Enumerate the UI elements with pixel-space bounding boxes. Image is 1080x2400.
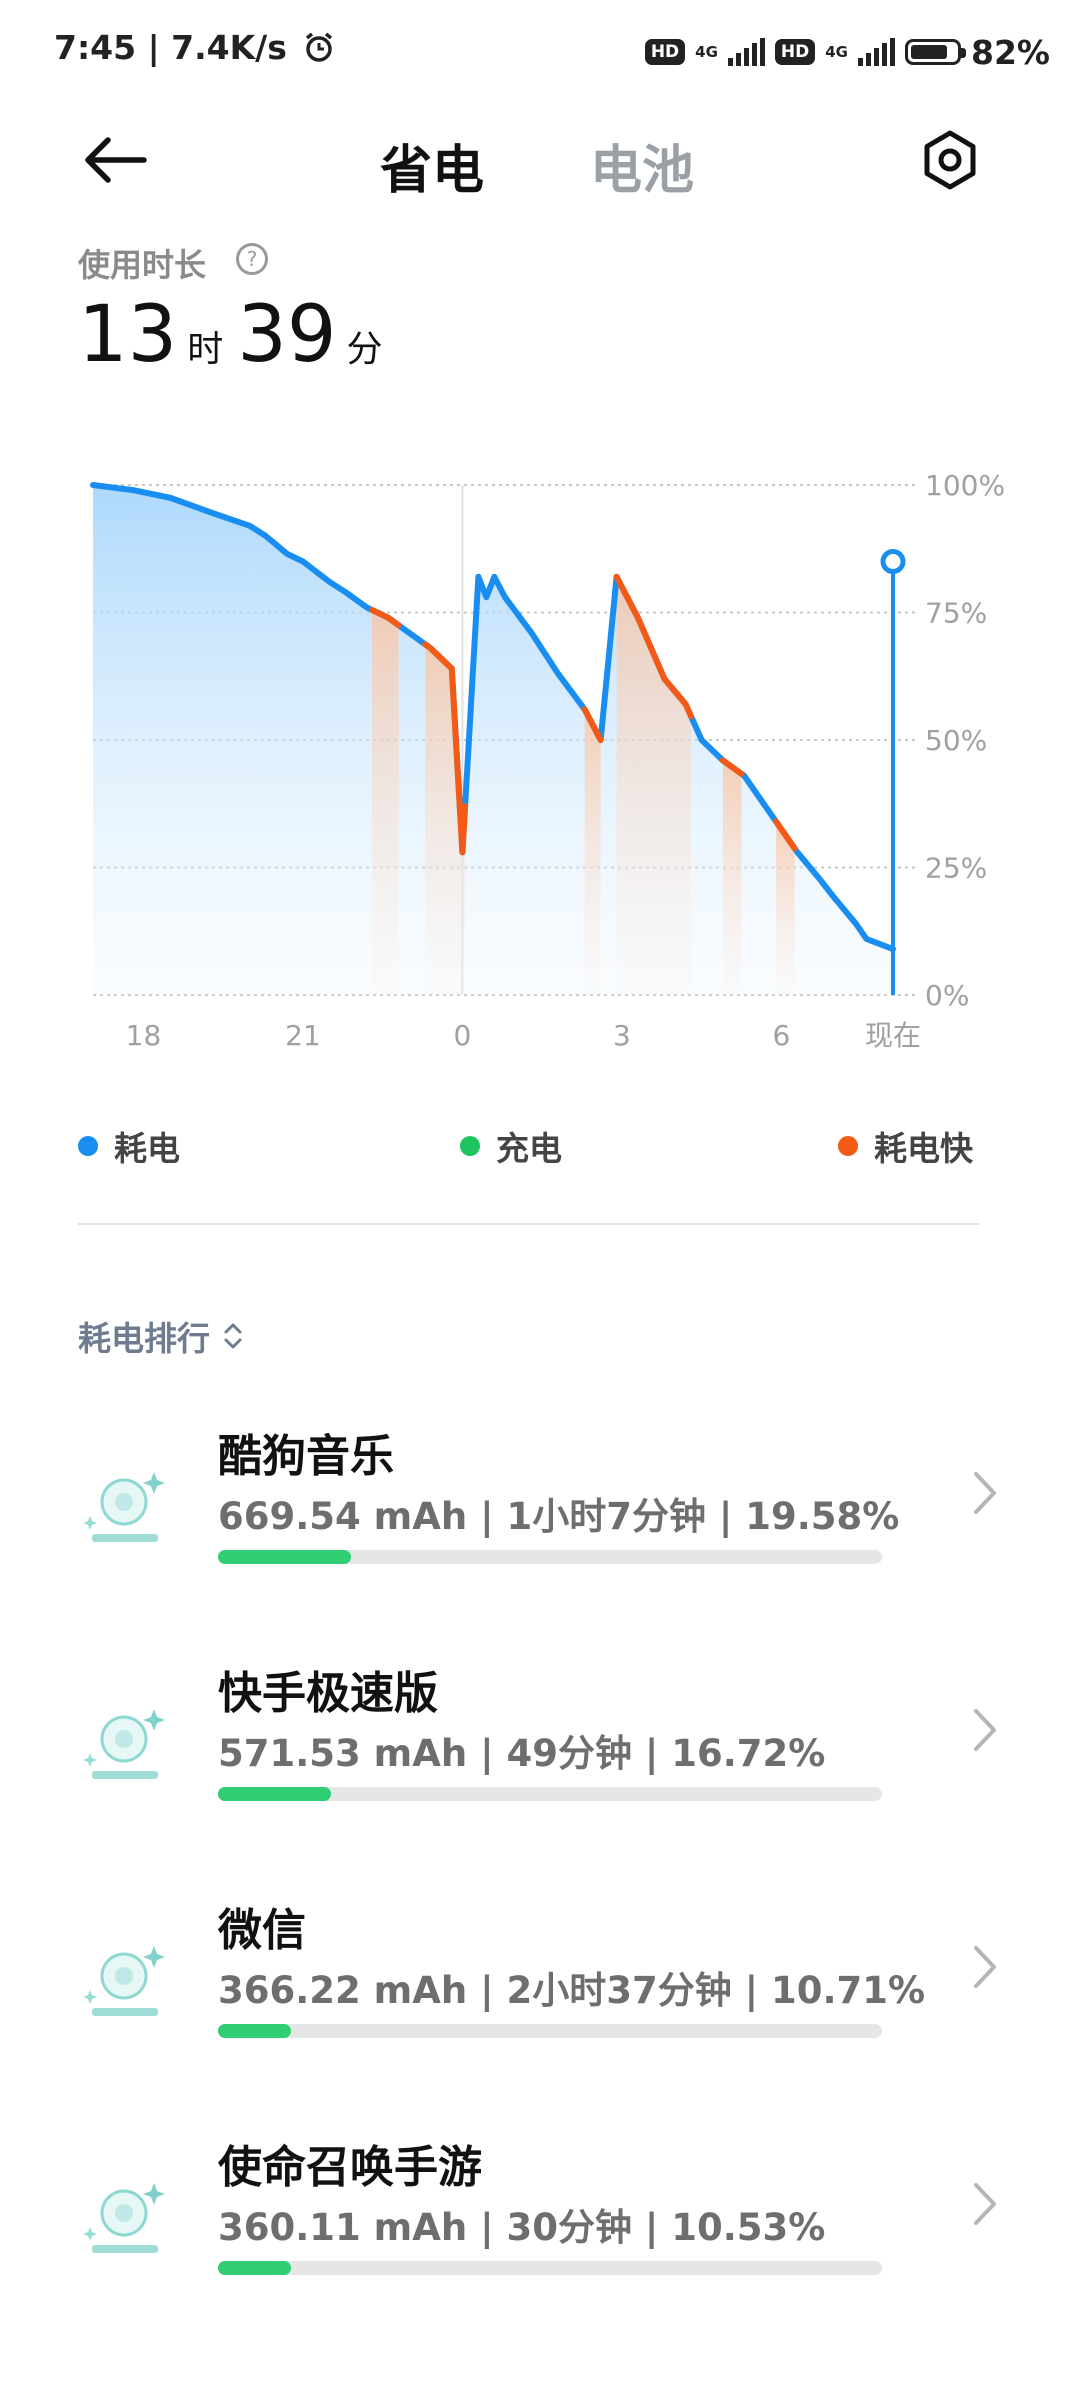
- x-tick-label: 现在: [865, 1019, 921, 1052]
- app-usage-stats: 669.54 mAh | 1小时7分钟 | 19.58%: [218, 1495, 900, 1538]
- app-icon: [83, 2183, 165, 2253]
- fast-drain-area: [616, 576, 692, 995]
- usage-duration-value: 13 时 39 分: [78, 290, 397, 380]
- app-usage-stats: 360.11 mAh | 30分钟 | 10.53%: [218, 2206, 826, 2249]
- app-name: 酷狗音乐: [218, 1431, 394, 1482]
- legend-dot: [838, 1136, 858, 1156]
- usage-minutes-unit: 分: [346, 329, 383, 370]
- app-row[interactable]: 快手极速版 571.53 mAh | 49分钟 | 16.72%: [78, 1657, 1000, 1857]
- help-icon[interactable]: ?: [236, 243, 268, 275]
- usage-progress-fill: [218, 2024, 292, 2038]
- usage-duration-label: 使用时长: [78, 246, 207, 284]
- usage-progress-track: [218, 2024, 882, 2038]
- status-bar-time: 7:45 | 7.4K/s: [54, 28, 336, 67]
- divider: [78, 1223, 980, 1225]
- x-tick-label: 3: [613, 1019, 631, 1052]
- chevron-right-icon: [974, 2183, 996, 2225]
- status-bar-right: HD 4G HD 4G 82%: [644, 30, 1050, 74]
- tab-power-saving[interactable]: 省电: [380, 128, 484, 203]
- battery-level-fill: [911, 45, 948, 59]
- legend-item-drain: 耗电: [78, 1122, 180, 1170]
- settings-icon[interactable]: [915, 125, 985, 195]
- app-name: 微信: [218, 1905, 306, 1956]
- chevron-right-icon: [974, 1709, 996, 1751]
- app-name: 使命召唤手游: [218, 2142, 482, 2193]
- signal-icon: [858, 38, 895, 66]
- app-usage-stats: 571.53 mAh | 49分钟 | 16.72%: [218, 1732, 826, 1775]
- current-level-marker: [880, 549, 906, 574]
- y-tick-label: 50%: [925, 724, 987, 757]
- y-tick-label: 25%: [925, 852, 987, 885]
- usage-progress-track: [218, 2261, 882, 2275]
- network-type: 4G: [695, 43, 718, 61]
- y-tick-label: 75%: [925, 597, 987, 630]
- signal-icon: [727, 38, 765, 66]
- usage-progress-fill: [218, 1550, 351, 1564]
- app-row[interactable]: 微信 366.22 mAh | 2小时37分钟 | 10.71%: [78, 1894, 1000, 2094]
- usage-hours: 13: [78, 290, 178, 380]
- y-tick-label: 100%: [925, 469, 1005, 502]
- legend-item-charge: 充电: [460, 1122, 562, 1170]
- fast-drain-area: [584, 709, 601, 995]
- battery-icon: [905, 39, 966, 65]
- app-row[interactable]: 酷狗音乐 669.54 mAh | 1小时7分钟 | 19.58%: [78, 1420, 1000, 1620]
- usage-progress-track: [218, 1787, 882, 1801]
- battery-percent: 82%: [971, 32, 1050, 72]
- usage-minutes: 39: [237, 290, 337, 380]
- usage-hours-unit: 时: [187, 329, 224, 370]
- chevron-right-icon: [974, 1472, 996, 1514]
- app-icon: [83, 1709, 165, 1779]
- x-tick-label: 18: [126, 1019, 162, 1052]
- app-usage-stats: 366.22 mAh | 2小时37分钟 | 10.71%: [218, 1969, 926, 2012]
- back-arrow-icon[interactable]: [78, 130, 158, 190]
- legend-dot: [460, 1136, 480, 1156]
- hd-badge: HD: [644, 39, 686, 65]
- usage-progress-fill: [218, 2261, 292, 2275]
- chevron-right-icon: [974, 1946, 996, 1988]
- fast-drain-area: [722, 760, 742, 995]
- fast-drain-area: [372, 609, 399, 995]
- legend-item-fast-drain: 耗电快: [838, 1122, 973, 1170]
- battery-level-chart[interactable]: 100% 75% 50% 25% 0% 18 21 0 3 6 现在: [0, 440, 1080, 1080]
- status-time-text: 7:45 | 7.4K/s: [54, 28, 287, 67]
- network-type: 4G: [825, 43, 848, 61]
- legend-label: 耗电快: [874, 1129, 973, 1168]
- x-tick-label: 0: [454, 1019, 472, 1052]
- x-tick-label: 6: [772, 1019, 790, 1052]
- usage-progress-track: [218, 1550, 882, 1564]
- ranking-sort-toggle[interactable]: 耗电排行: [78, 1312, 244, 1360]
- app-row[interactable]: 使命召唤手游 360.11 mAh | 30分钟 | 10.53%: [78, 2131, 1000, 2331]
- legend-label: 充电: [496, 1129, 562, 1168]
- sort-toggle-icon: [224, 1323, 242, 1349]
- legend-label: 耗电: [114, 1129, 180, 1168]
- hd-badge: HD: [774, 39, 816, 65]
- tab-battery[interactable]: 电池: [590, 128, 694, 203]
- usage-progress-fill: [218, 1787, 331, 1801]
- y-tick-label: 0%: [925, 979, 969, 1012]
- ranking-label: 耗电排行: [78, 1319, 210, 1358]
- app-name: 快手极速版: [218, 1668, 438, 1719]
- x-tick-label: 21: [285, 1019, 321, 1052]
- app-icon: [83, 1946, 165, 2016]
- alarm-icon: [306, 32, 333, 62]
- app-icon: [83, 1472, 165, 1542]
- legend-dot: [78, 1136, 98, 1156]
